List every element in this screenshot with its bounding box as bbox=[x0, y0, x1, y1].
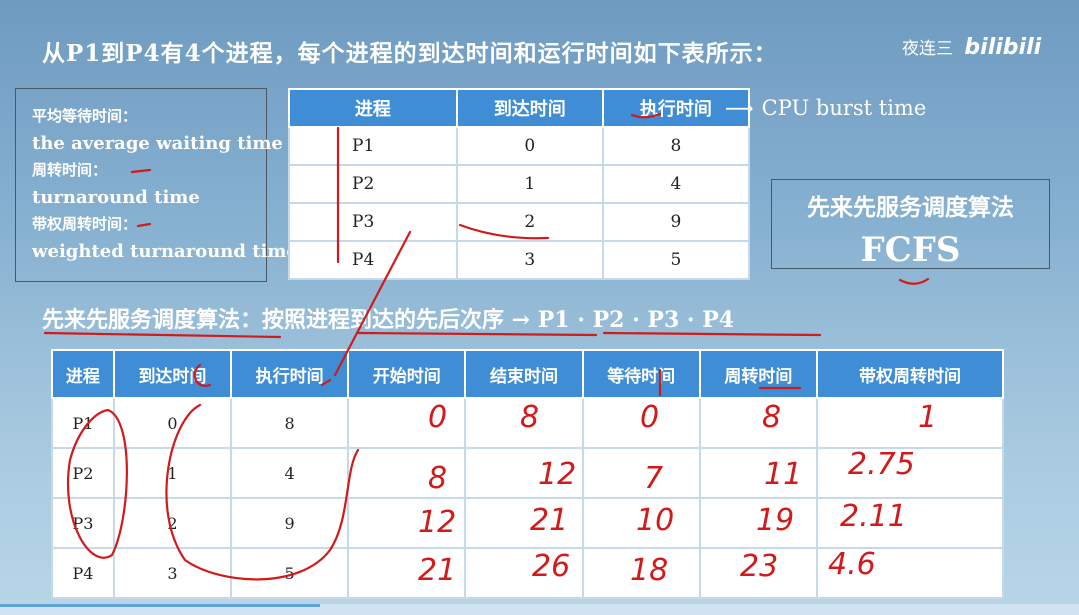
ink-underline-arrival bbox=[458, 223, 550, 240]
ink-underline-terms bbox=[130, 168, 152, 228]
ink-fcfs-mark bbox=[898, 277, 930, 285]
ink-subtitle-underline-3 bbox=[602, 331, 822, 337]
ink-header-marks bbox=[193, 363, 802, 397]
handwritten-value: 11 bbox=[764, 457, 802, 492]
handwritten-value: 12 bbox=[418, 505, 456, 540]
handwritten-value: 10 bbox=[636, 503, 674, 538]
handwritten-value: 2.11 bbox=[840, 499, 907, 534]
handwritten-value: 18 bbox=[630, 553, 668, 588]
handwritten-value: 21 bbox=[530, 503, 568, 538]
ink-arrow-line bbox=[333, 230, 412, 377]
ink-underline-exec bbox=[630, 112, 662, 119]
ink-circle-arrival bbox=[165, 403, 360, 581]
handwritten-value: 8 bbox=[428, 461, 447, 496]
handwritten-value: 0 bbox=[640, 400, 659, 435]
handwritten-value: 26 bbox=[532, 549, 570, 584]
ink-subtitle-underline-1 bbox=[43, 331, 282, 339]
handwritten-value: 4.6 bbox=[828, 547, 876, 582]
handwritten-value: 0 bbox=[428, 400, 447, 435]
handwritten-value: 23 bbox=[740, 549, 778, 584]
ink-circle-process bbox=[66, 408, 128, 559]
handwritten-value: 2.75 bbox=[848, 447, 915, 482]
video-progress-bar[interactable] bbox=[0, 604, 1079, 615]
handwritten-value: 7 bbox=[644, 461, 663, 496]
handwritten-value: 12 bbox=[538, 457, 576, 492]
handwritten-value: 1 bbox=[918, 400, 937, 435]
handwritten-value: 8 bbox=[520, 400, 539, 435]
handwriting-layer: 0 8 0 8 1 8 12 7 11 2.75 12 21 10 19 2.1… bbox=[43, 112, 937, 588]
handwritten-value: 8 bbox=[762, 400, 781, 435]
handwritten-value: 19 bbox=[756, 503, 794, 538]
ink-subtitle-underline-2 bbox=[356, 331, 598, 337]
video-progress-fill bbox=[0, 604, 320, 607]
handwritten-value: 21 bbox=[418, 553, 456, 588]
